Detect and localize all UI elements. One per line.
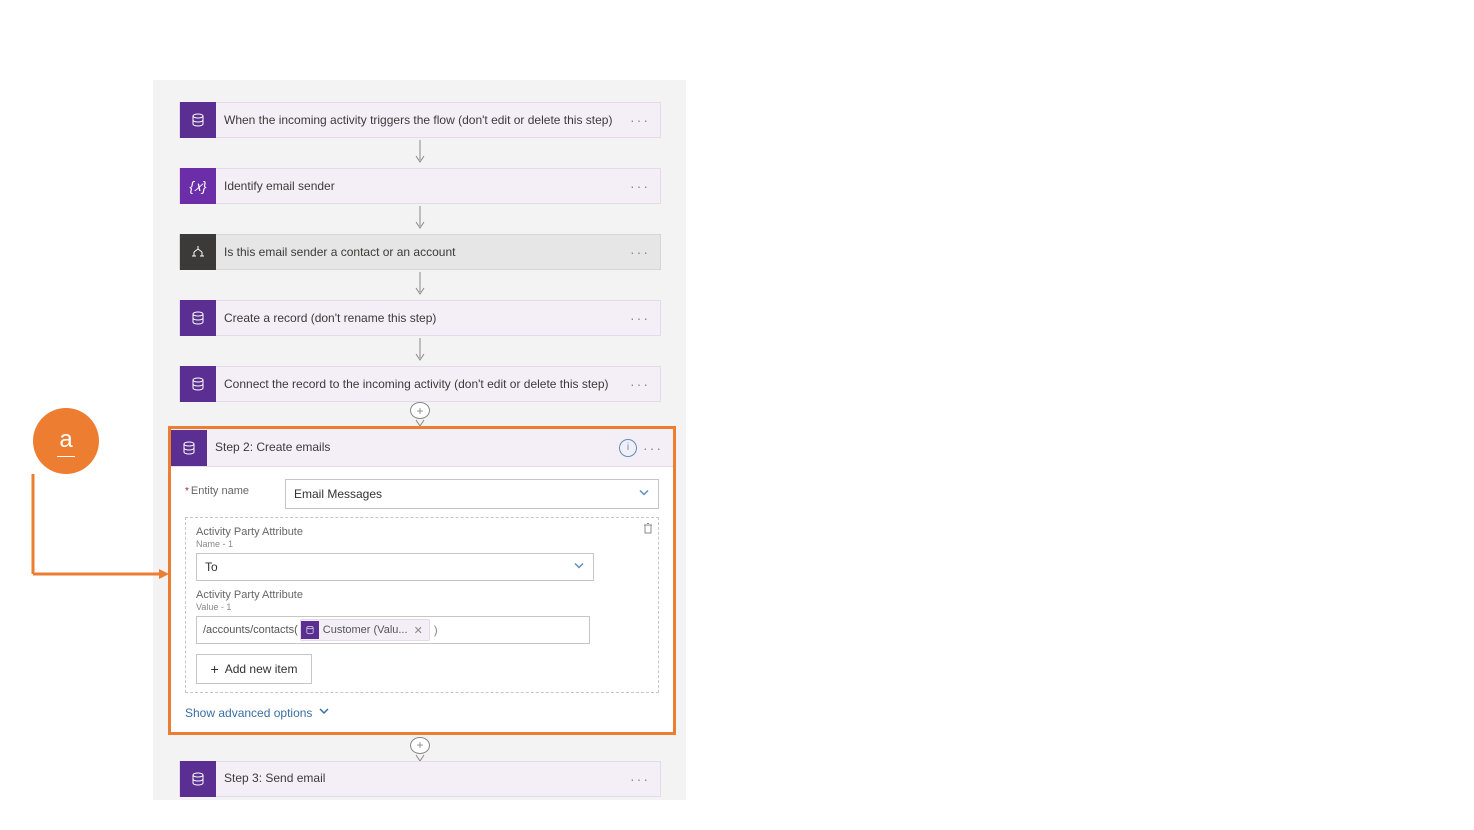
step-label: Create a record (don't rename this step) xyxy=(216,311,660,325)
database-icon xyxy=(180,366,216,402)
step-label: Is this email sender a contact or an acc… xyxy=(216,245,660,259)
step-connect-record[interactable]: Connect the record to the incoming activ… xyxy=(179,366,661,402)
activity-party-group: Activity Party Attribute Name - 1 To Act… xyxy=(185,517,659,693)
step-create-emails-expanded: Step 2: Create emails i ··· Entity name … xyxy=(168,426,676,735)
dynamic-token[interactable]: Customer (Valu... ✕ xyxy=(300,619,430,641)
chevron-down-icon xyxy=(573,560,585,575)
flow-canvas: When the incoming activity triggers the … xyxy=(153,80,686,800)
connector-arrow xyxy=(179,270,661,300)
token-label: Customer (Valu... xyxy=(323,624,408,636)
attr2-label: Activity Party Attribute xyxy=(196,589,648,601)
show-adv-label: Show advanced options xyxy=(185,706,312,720)
connector-arrow xyxy=(179,138,661,168)
database-icon xyxy=(301,621,319,639)
connector-arrow xyxy=(179,204,661,234)
step-create-record[interactable]: Create a record (don't rename this step)… xyxy=(179,300,661,336)
insert-step[interactable]: + xyxy=(179,737,661,761)
delete-icon[interactable] xyxy=(642,522,654,537)
switch-icon xyxy=(180,234,216,270)
database-icon xyxy=(180,300,216,336)
entity-name-label: Entity name xyxy=(185,479,285,497)
variable-icon: {𝑥} xyxy=(180,168,216,204)
add-new-item-button[interactable]: + Add new item xyxy=(196,654,312,684)
attr-name-select[interactable]: To xyxy=(196,553,594,581)
step-create-emails-header[interactable]: Step 2: Create emails i ··· xyxy=(171,429,673,467)
info-icon[interactable]: i xyxy=(619,439,637,457)
step-switch-sender-type[interactable]: Is this email sender a contact or an acc… xyxy=(179,234,661,270)
step-label: Step 3: Send email xyxy=(216,771,660,785)
step-identify-sender[interactable]: {𝑥} Identify email sender ··· xyxy=(179,168,661,204)
annotation-label: a xyxy=(59,426,72,454)
chevron-down-icon xyxy=(638,487,650,502)
database-icon xyxy=(180,102,216,138)
attr-value-prefix: /accounts/contacts( xyxy=(203,624,298,636)
step-label: When the incoming activity triggers the … xyxy=(216,113,660,127)
annotation-a: a xyxy=(33,408,173,599)
database-icon xyxy=(171,430,207,466)
entity-name-select[interactable]: Email Messages xyxy=(285,479,659,509)
entity-name-value: Email Messages xyxy=(294,487,382,501)
step-label: Connect the record to the incoming activ… xyxy=(216,377,660,391)
chevron-down-icon xyxy=(318,705,330,720)
plus-icon: + xyxy=(211,661,219,677)
add-item-label: Add new item xyxy=(225,662,298,676)
attr-name-value: To xyxy=(205,560,218,574)
plus-icon: + xyxy=(410,737,430,754)
step-send-email[interactable]: Step 3: Send email ··· xyxy=(179,761,661,797)
connector-arrow xyxy=(179,336,661,366)
step-label: Identify email sender xyxy=(216,179,660,193)
remove-token-icon[interactable]: ✕ xyxy=(414,624,423,637)
attr-value-input[interactable]: /accounts/contacts( Customer (Valu... ✕ … xyxy=(196,616,590,644)
plus-icon: + xyxy=(410,402,430,419)
attr2-sublabel: Value - 1 xyxy=(196,602,648,612)
insert-step[interactable]: + xyxy=(179,402,661,426)
step-trigger[interactable]: When the incoming activity triggers the … xyxy=(179,102,661,138)
attr1-label: Activity Party Attribute xyxy=(196,526,648,538)
attr-value-suffix: ) xyxy=(434,623,438,637)
attr1-sublabel: Name - 1 xyxy=(196,539,648,549)
show-advanced-options-link[interactable]: Show advanced options xyxy=(185,705,330,720)
annotation-badge: a xyxy=(33,408,99,474)
step-label: Step 2: Create emails xyxy=(207,440,673,454)
database-icon xyxy=(180,761,216,797)
